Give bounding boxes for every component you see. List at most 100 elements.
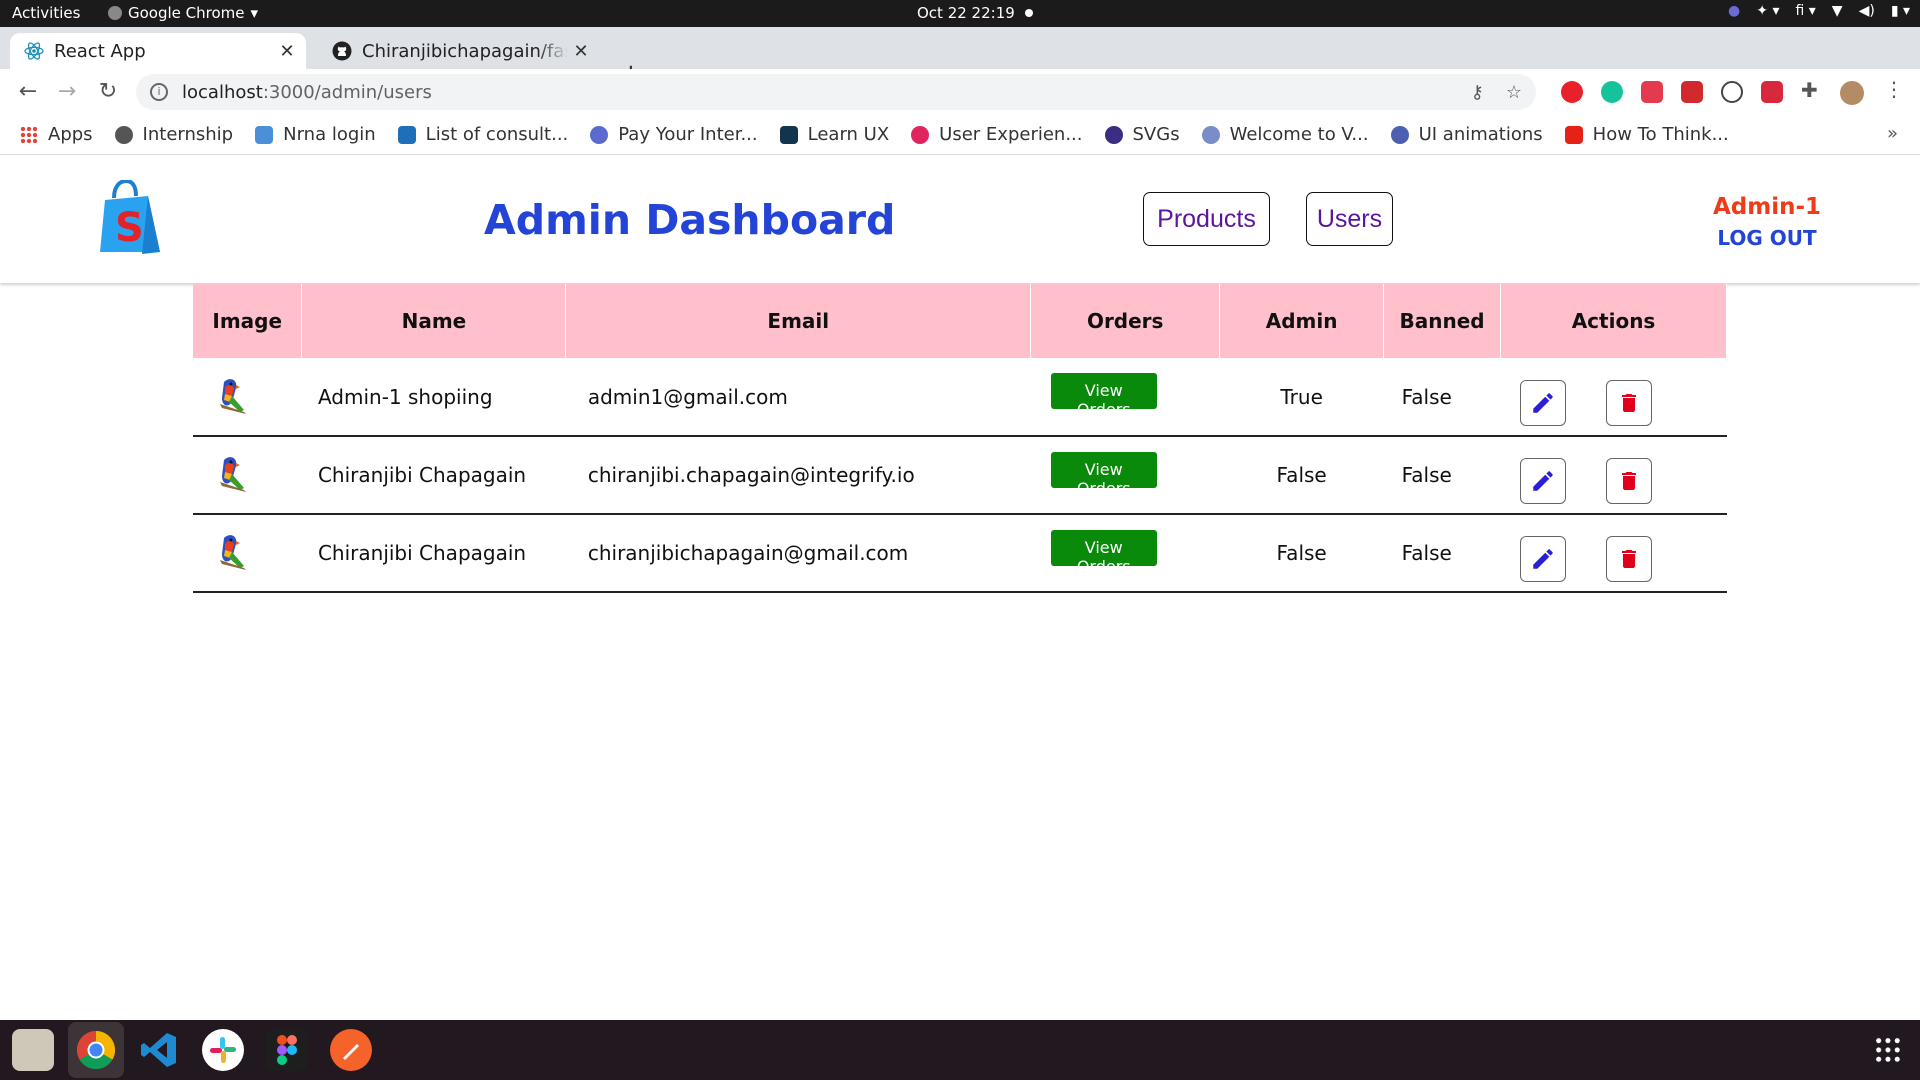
view-orders-button[interactable]: View Orders xyxy=(1050,529,1157,576)
column-header-admin: Admin xyxy=(1219,284,1385,358)
column-header-banned: Banned xyxy=(1383,284,1502,358)
taskbar-dock xyxy=(0,1020,1920,1080)
bookmark-how-to-think[interactable]: How To Think... xyxy=(1564,124,1729,145)
user-email-cell: chiranjibichapagain@gmail.com xyxy=(565,514,1031,593)
edit-user-button[interactable] xyxy=(1519,536,1566,582)
grammarly-extension-icon[interactable] xyxy=(1601,81,1623,103)
products-nav-button[interactable]: Products xyxy=(1143,192,1270,246)
back-icon[interactable]: ← xyxy=(14,79,42,104)
close-tab-icon[interactable]: ✕ xyxy=(274,41,300,62)
profile-avatar[interactable] xyxy=(1840,81,1864,105)
bookmark-label: Apps xyxy=(48,124,93,145)
bookmark-internship[interactable]: Internship xyxy=(114,124,233,145)
postman-icon[interactable] xyxy=(330,1029,372,1071)
trash-icon xyxy=(1621,550,1636,568)
view-orders-button[interactable]: View Orders xyxy=(1050,451,1157,498)
users-nav-button[interactable]: Users xyxy=(1306,192,1393,246)
app-menu[interactable]: Google Chrome ▾ xyxy=(108,4,258,22)
column-header-email: Email xyxy=(565,284,1032,358)
youtube-icon xyxy=(1564,125,1583,144)
pencil-icon xyxy=(1532,549,1553,569)
user-admin-cell: True xyxy=(1219,358,1384,437)
chrome-icon xyxy=(76,1031,116,1070)
orders-cell: View Orders xyxy=(1030,514,1220,593)
logout-link[interactable]: LOG OUT xyxy=(1700,226,1834,250)
files-icon[interactable] xyxy=(12,1029,54,1071)
browser-tab-strip: React App ✕ Chiranjibichapagain/fast-t ✕… xyxy=(0,27,1920,89)
user-image-cell xyxy=(193,436,302,515)
accessibility-icon: ✦ ▾ xyxy=(1756,3,1780,19)
admin-username: Admin-1 xyxy=(1712,194,1822,220)
app-header: S Admin Dashboard Products Users Admin-1… xyxy=(0,156,1920,283)
bookmark-svgs[interactable]: SVGs xyxy=(1104,124,1180,145)
kebab-menu-icon[interactable]: ⋮ xyxy=(1884,77,1906,101)
url-path: :3000/admin/users xyxy=(262,81,432,103)
column-header-name: Name xyxy=(301,284,567,358)
close-tab-icon[interactable]: ✕ xyxy=(568,41,594,62)
user-banned-cell: False xyxy=(1383,358,1501,437)
nrna-icon xyxy=(255,125,274,144)
bookmark-pay-your-inter[interactable]: Pay Your Inter... xyxy=(590,124,758,145)
adblock-extension-icon[interactable] xyxy=(1561,81,1583,103)
caret-down-icon: ▾ xyxy=(250,4,259,22)
wifi-icon: ▼ xyxy=(1831,3,1843,19)
bookmark-apps[interactable]: Apps xyxy=(20,124,93,145)
bookmark-label: User Experien... xyxy=(939,124,1083,145)
globe-icon xyxy=(114,125,133,144)
table-row: Chiranjibi Chapagain chiranjibi.chapagai… xyxy=(193,436,1727,515)
app-menu-label: Google Chrome xyxy=(128,4,245,22)
bookmark-ui-animations[interactable]: UI animations xyxy=(1390,124,1543,145)
edit-user-button[interactable] xyxy=(1519,458,1566,504)
reload-icon[interactable]: ↻ xyxy=(94,79,122,104)
bookmark-extension-icon[interactable] xyxy=(1681,81,1703,103)
welcome-icon xyxy=(1201,125,1220,144)
chrome-dock-icon[interactable] xyxy=(68,1022,124,1078)
bookmark-list-of-consult[interactable]: List of consult... xyxy=(397,124,568,145)
apps-grid-icon xyxy=(20,125,38,144)
shopify-bag-logo[interactable]: S xyxy=(98,180,164,256)
screenshot-extension-icon[interactable] xyxy=(1761,81,1783,103)
bookmark-label: How To Think... xyxy=(1592,124,1729,145)
delete-user-button[interactable] xyxy=(1605,458,1652,504)
user-name-cell: Chiranjibi Chapagain xyxy=(301,436,566,515)
tab-github[interactable]: Chiranjibichapagain/fast-t ✕ xyxy=(318,33,600,69)
parrot-avatar-image xyxy=(220,378,246,414)
figma-icon[interactable] xyxy=(266,1029,308,1071)
trash-icon xyxy=(1621,393,1636,412)
delete-user-button[interactable] xyxy=(1605,379,1652,426)
code-extension-icon[interactable] xyxy=(1721,81,1743,103)
user-image-cell xyxy=(193,358,302,437)
mendeley-extension-icon[interactable] xyxy=(1641,81,1663,103)
edit-user-button[interactable] xyxy=(1519,379,1566,426)
bookmark-user-experien[interactable]: User Experien... xyxy=(911,124,1083,145)
delete-user-button[interactable] xyxy=(1605,536,1652,582)
svg-text:S: S xyxy=(115,205,144,251)
column-header-actions: Actions xyxy=(1500,284,1727,358)
browser-toolbar: ← → ↻ i localhost:3000/admin/users ⚷ ☆ ✚… xyxy=(0,69,1920,115)
table-row: Chiranjibi Chapagain chiranjibichapagain… xyxy=(193,514,1727,593)
bookmarks-overflow-icon[interactable]: » xyxy=(1887,123,1898,144)
tab-react-app[interactable]: React App ✕ xyxy=(10,33,306,69)
view-orders-button[interactable]: View Orders xyxy=(1050,373,1157,419)
bookmark-nrna-login[interactable]: Nrna login xyxy=(255,124,376,145)
bookmark-star-icon[interactable]: ☆ xyxy=(1506,82,1522,103)
vscode-icon[interactable] xyxy=(138,1029,180,1071)
learn-ux-icon xyxy=(779,125,798,144)
show-applications-grid-icon[interactable] xyxy=(1874,1036,1902,1064)
activities-button[interactable]: Activities xyxy=(12,4,80,22)
slack-icon[interactable] xyxy=(202,1029,244,1071)
site-info-icon[interactable]: i xyxy=(150,83,168,101)
tab-title: Chiranjibichapagain/fast-t xyxy=(362,40,568,62)
clock[interactable]: Oct 22 22:19 xyxy=(917,4,1033,22)
bookmark-welcome-to-v[interactable]: Welcome to V... xyxy=(1201,124,1369,145)
address-bar[interactable]: i localhost:3000/admin/users ⚷ ☆ xyxy=(136,74,1536,110)
clock-label: Oct 22 22:19 xyxy=(917,4,1015,22)
system-tray[interactable]: ● ✦ ▾ fi ▾ ▼ ◀) ▮ ▾ xyxy=(1728,3,1910,19)
user-image-cell xyxy=(193,514,302,593)
forward-icon[interactable]: → xyxy=(53,79,81,104)
keyboard-layout: fi ▾ xyxy=(1795,3,1816,19)
bookmark-learn-ux[interactable]: Learn UX xyxy=(779,124,889,145)
key-icon[interactable]: ⚷ xyxy=(1471,82,1484,103)
puzzle-extensions-icon[interactable]: ✚ xyxy=(1801,78,1823,102)
actions-cell xyxy=(1500,358,1727,437)
